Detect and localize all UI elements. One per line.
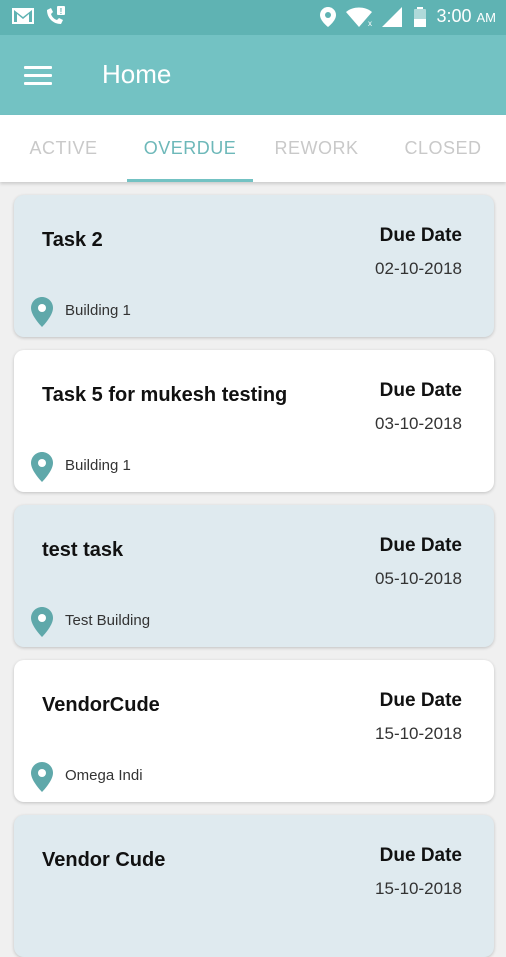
- task-card[interactable]: VendorCude Due Date 15-10-2018 Omega Ind…: [14, 660, 494, 802]
- due-date-value: 02-10-2018: [375, 259, 462, 278]
- hamburger-icon: [24, 66, 52, 69]
- due-date-label: Due Date: [379, 690, 462, 711]
- task-card[interactable]: Vendor Cude Due Date 15-10-2018: [14, 815, 494, 957]
- menu-button[interactable]: [24, 61, 56, 89]
- tab-closed[interactable]: CLOSED: [380, 115, 506, 182]
- battery-icon: [414, 6, 427, 27]
- location-pin-icon: [31, 762, 53, 792]
- status-right-icons: x 3:00 AM: [320, 6, 496, 27]
- svg-text:x: x: [368, 19, 372, 27]
- tab-rework[interactable]: REWORK: [253, 115, 380, 182]
- page-title: Home: [102, 59, 172, 89]
- status-bar: ! x 3:00 AM: [0, 0, 506, 35]
- location-pin-icon: [31, 452, 53, 482]
- task-card[interactable]: Task 2 Due Date 02-10-2018 Building 1: [14, 195, 494, 337]
- svg-text:!: !: [60, 7, 63, 16]
- task-title: Vendor Cude: [42, 849, 166, 871]
- due-date-label: Due Date: [379, 845, 462, 866]
- task-card[interactable]: test task Due Date 05-10-2018 Test Build…: [14, 505, 494, 647]
- wifi-icon: x: [346, 7, 373, 27]
- tab-active[interactable]: ACTIVE: [0, 115, 127, 182]
- location-pin-icon: [31, 607, 53, 637]
- task-title: Task 5 for mukesh testing: [42, 384, 288, 406]
- due-date-value: 15-10-2018: [375, 879, 462, 898]
- tab-indicator: [127, 179, 253, 182]
- missed-call-icon: !: [47, 6, 65, 24]
- due-date-label: Due Date: [379, 380, 462, 401]
- gmail-icon: [12, 8, 34, 24]
- task-title: Task 2: [42, 229, 103, 251]
- task-location: Building 1: [65, 302, 131, 319]
- location-icon: [320, 6, 337, 27]
- tab-overdue[interactable]: OVERDUE: [127, 115, 253, 182]
- task-title: VendorCude: [42, 694, 160, 716]
- due-date-value: 15-10-2018: [375, 724, 462, 743]
- due-date-label: Due Date: [379, 225, 462, 246]
- task-title: test task: [42, 539, 124, 561]
- task-location: Building 1: [65, 457, 131, 474]
- status-left-icons: !: [12, 6, 66, 26]
- task-location: Omega Indi: [65, 767, 143, 784]
- app-bar: Home: [0, 35, 506, 115]
- location-pin-icon: [31, 297, 53, 327]
- status-time: 3:00 AM: [436, 6, 496, 26]
- task-location: Test Building: [65, 612, 151, 629]
- due-date-label: Due Date: [379, 535, 462, 556]
- due-date-value: 05-10-2018: [375, 569, 462, 588]
- tab-bar: ACTIVE OVERDUE REWORK CLOSED: [0, 115, 506, 182]
- signal-icon: [382, 6, 403, 27]
- due-date-value: 03-10-2018: [375, 414, 462, 433]
- task-card[interactable]: Task 5 for mukesh testing Due Date 03-10…: [14, 350, 494, 492]
